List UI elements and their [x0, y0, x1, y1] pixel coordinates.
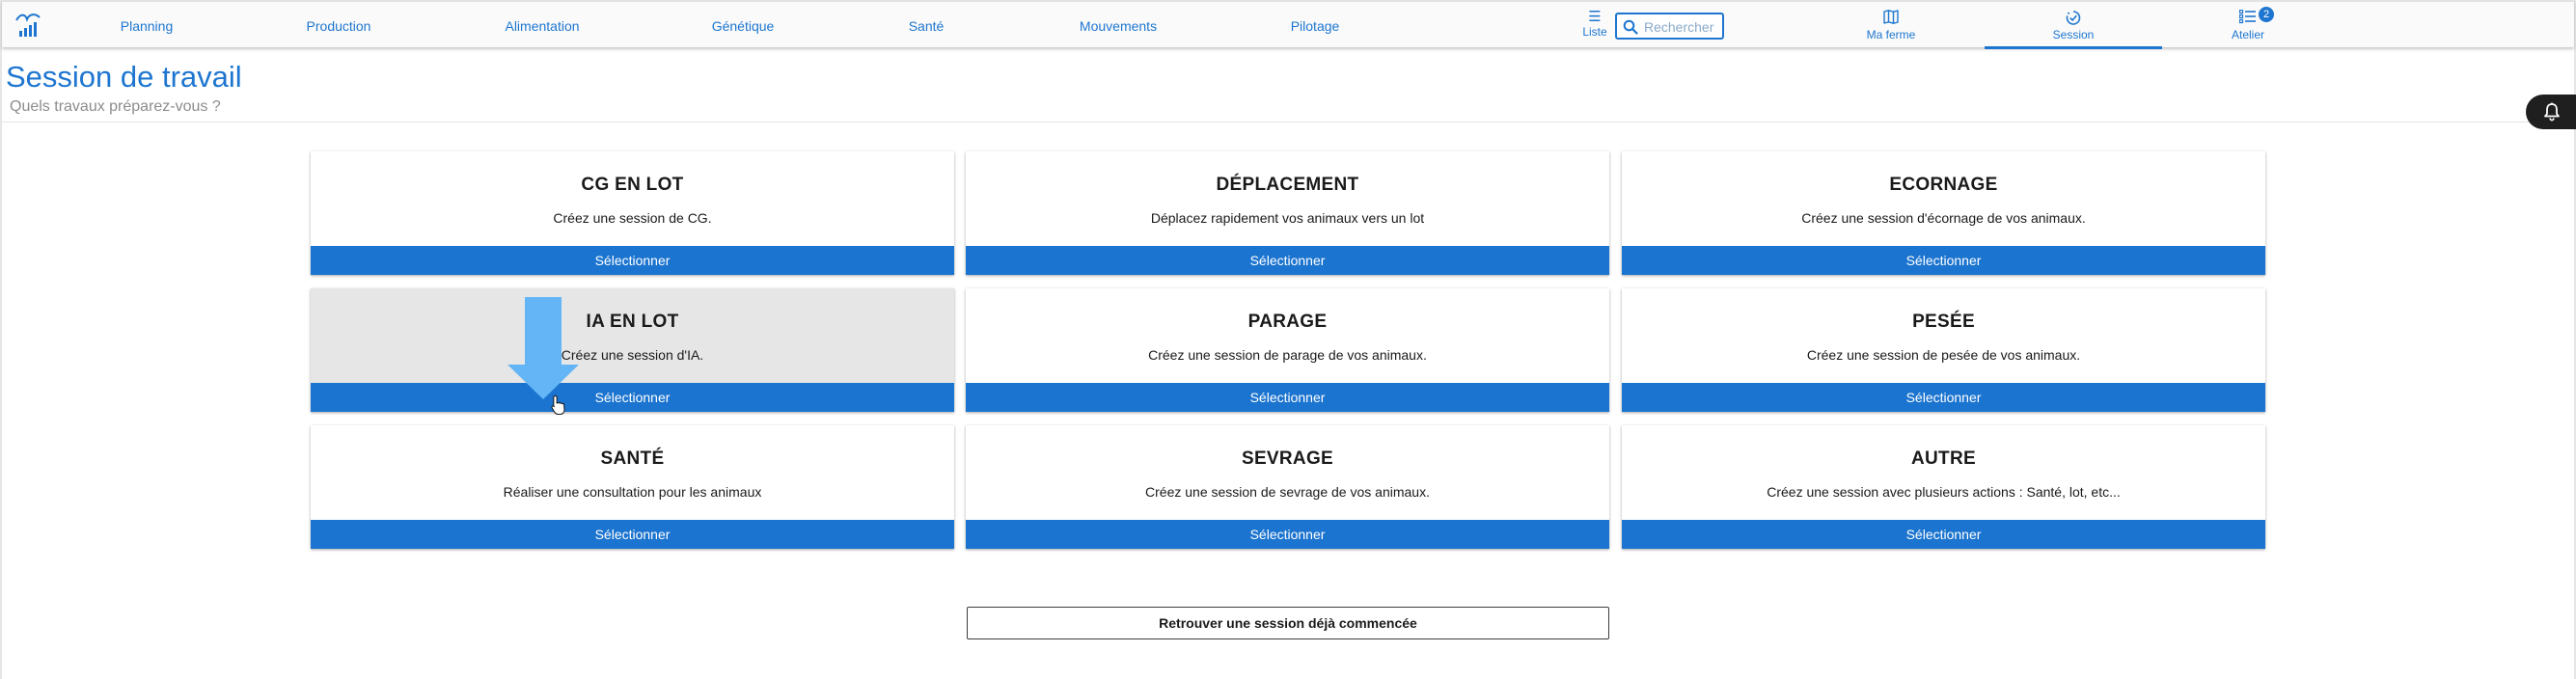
card-body: PESÉE Créez une session de pesée de vos … — [1622, 288, 2265, 383]
tab-session-label: Session — [2052, 28, 2095, 41]
select-button-pesee[interactable]: Sélectionner — [1622, 383, 2265, 412]
card-body: DÉPLACEMENT Déplacez rapidement vos anim… — [966, 151, 1609, 246]
list-icon: ☰ — [1588, 9, 1602, 25]
card-description: Créez une session de parage de vos anima… — [1148, 347, 1427, 363]
card-description: Créez une session d'écornage de vos anim… — [1801, 210, 2086, 226]
card-title: IA EN LOT — [586, 312, 679, 332]
select-button-autre[interactable]: Sélectionner — [1622, 520, 2265, 549]
nav-pilotage[interactable]: Pilotage — [1291, 18, 1340, 34]
timer-check-icon — [2066, 11, 2081, 25]
hand-pointer-icon — [551, 394, 565, 416]
session-card-cg-en-lot: CG EN LOT Créez une session de CG. Sélec… — [311, 151, 954, 275]
session-card-ia-en-lot: IA EN LOT Créez une session d'IA. Sélect… — [311, 288, 954, 412]
tab-atelier-label: Atelier — [2231, 28, 2264, 41]
farm-logo-icon[interactable] — [14, 11, 42, 40]
card-title: PESÉE — [1912, 312, 1975, 332]
card-body: IA EN LOT Créez une session d'IA. — [311, 288, 954, 383]
select-button-parage[interactable]: Sélectionner — [966, 383, 1609, 412]
bell-icon — [2544, 102, 2560, 122]
card-title: CG EN LOT — [581, 175, 684, 195]
card-title: SEVRAGE — [1241, 448, 1333, 469]
checklist-icon — [2239, 10, 2256, 24]
nav-mouvements[interactable]: Mouvements — [1080, 18, 1157, 34]
session-card-sevrage: SEVRAGE Créez une session de sevrage de … — [966, 425, 1609, 549]
search-input[interactable] — [1644, 18, 1721, 36]
card-title: ECORNAGE — [1889, 175, 1998, 195]
nav-planning[interactable]: Planning — [121, 18, 174, 34]
map-icon — [1883, 10, 1899, 24]
top-navigation-bar: Planning Production Alimentation Génétiq… — [2, 0, 2574, 49]
page-subtitle: Quels travaux préparez-vous ? — [10, 98, 221, 115]
card-description: Déplacez rapidement vos animaux vers un … — [1150, 210, 1425, 226]
nav-alimentation[interactable]: Alimentation — [505, 18, 579, 34]
search-box[interactable] — [1615, 13, 1724, 40]
session-card-pesee: PESÉE Créez une session de pesée de vos … — [1622, 288, 2265, 412]
page-title: Session de travail — [6, 60, 242, 94]
card-description: Créez une session de pesée de vos animau… — [1806, 347, 2081, 363]
select-button-ecornage[interactable]: Sélectionner — [1622, 246, 2265, 275]
liste-label: Liste — [1582, 25, 1607, 39]
session-card-ecornage: ECORNAGE Créez une session d'écornage de… — [1622, 151, 2265, 275]
down-arrow-icon — [507, 297, 579, 399]
nav-production[interactable]: Production — [307, 18, 371, 34]
card-description: Créez une session d'IA. — [561, 347, 704, 363]
session-card-autre: AUTRE Créez une session avec plusieurs a… — [1622, 425, 2265, 549]
tab-ma-ferme-label: Ma ferme — [1866, 28, 1916, 41]
card-description: Créez une session de CG. — [553, 210, 712, 226]
tab-atelier[interactable]: 2 Atelier — [2195, 2, 2301, 49]
tab-session[interactable]: Session — [1985, 2, 2162, 49]
session-card-parage: PARAGE Créez une session de parage de vo… — [966, 288, 1609, 412]
nav-sante[interactable]: Santé — [909, 18, 945, 34]
card-body: ECORNAGE Créez une session d'écornage de… — [1622, 151, 2265, 246]
card-title: SANTÉ — [600, 448, 665, 469]
card-title: PARAGE — [1247, 312, 1328, 332]
search-icon — [1623, 19, 1638, 35]
select-button-cg-en-lot[interactable]: Sélectionner — [311, 246, 954, 275]
card-title: DÉPLACEMENT — [1216, 175, 1359, 195]
card-body: AUTRE Créez une session avec plusieurs a… — [1622, 425, 2265, 520]
card-body: SEVRAGE Créez une session de sevrage de … — [966, 425, 1609, 520]
tab-ma-ferme[interactable]: Ma ferme — [1838, 2, 1944, 49]
card-body: PARAGE Créez une session de parage de vo… — [966, 288, 1609, 383]
resume-session-button[interactable]: Retrouver une session déjà commencée — [967, 607, 1609, 639]
app-window: Planning Production Alimentation Génétiq… — [0, 0, 2576, 679]
card-description: Créez une session de sevrage de vos anim… — [1145, 484, 1430, 500]
card-description: Créez une session avec plusieurs actions… — [1767, 484, 2121, 500]
select-button-deplacement[interactable]: Sélectionner — [966, 246, 1609, 275]
nav-genetique[interactable]: Génétique — [712, 18, 775, 34]
card-title: AUTRE — [1911, 448, 1976, 469]
session-card-sante: SANTÉ Réaliser une consultation pour les… — [311, 425, 954, 549]
atelier-count-badge: 2 — [2259, 7, 2274, 22]
card-body: CG EN LOT Créez une session de CG. — [311, 151, 954, 246]
card-body: SANTÉ Réaliser une consultation pour les… — [311, 425, 954, 520]
select-button-ia-en-lot[interactable]: Sélectionner — [311, 383, 954, 412]
select-button-sevrage[interactable]: Sélectionner — [966, 520, 1609, 549]
select-button-sante[interactable]: Sélectionner — [311, 520, 954, 549]
liste-button[interactable]: ☰ Liste — [1580, 10, 1609, 39]
card-description: Réaliser une consultation pour les anima… — [503, 484, 762, 500]
session-card-deplacement: DÉPLACEMENT Déplacez rapidement vos anim… — [966, 151, 1609, 275]
notification-button[interactable] — [2526, 95, 2576, 129]
